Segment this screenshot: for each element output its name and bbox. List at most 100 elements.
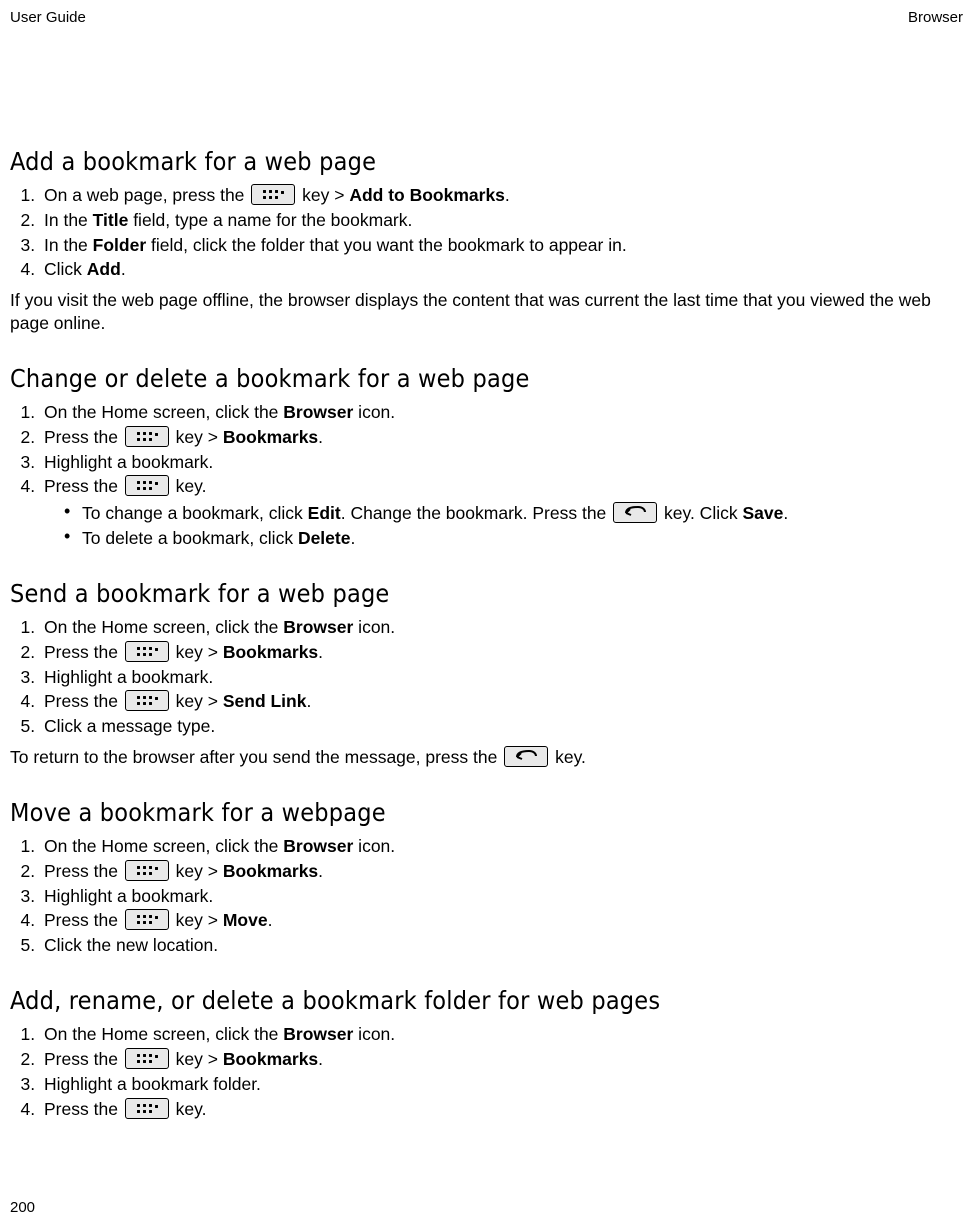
steps-move: On the Home screen, click the Browser ic… (10, 835, 961, 957)
text: key > (171, 691, 223, 711)
text: key > (171, 642, 223, 662)
header-right: Browser (908, 8, 963, 28)
text: . (350, 528, 355, 548)
step: Press the key > Send Link. (40, 690, 961, 713)
text: . (121, 259, 126, 279)
menu-key-icon (125, 690, 169, 711)
text: Press the (44, 1049, 123, 1069)
bold-text: Bookmarks (223, 642, 318, 662)
step: Click the new location. (40, 934, 961, 957)
header-left: User Guide (10, 8, 86, 28)
menu-key-icon (125, 909, 169, 930)
step: On the Home screen, click the Browser ic… (40, 835, 961, 858)
substep: To delete a bookmark, click Delete. (64, 527, 961, 550)
step: Press the key > Bookmarks. (40, 860, 961, 883)
step: On the Home screen, click the Browser ic… (40, 401, 961, 424)
step: Press the key > Move. (40, 909, 961, 932)
steps-add-bookmark: On a web page, press the key > Add to Bo… (10, 184, 961, 281)
text: icon. (353, 617, 395, 637)
text: . (318, 427, 323, 447)
bold-text: Send Link (223, 691, 307, 711)
page-header: User Guide Browser (10, 8, 963, 28)
step: Highlight a bookmark. (40, 451, 961, 474)
text: icon. (353, 402, 395, 422)
text: key > (171, 427, 223, 447)
text: field, click the folder that you want th… (146, 235, 627, 255)
text: . Change the bookmark. Press the (341, 503, 611, 523)
menu-key-icon (125, 1098, 169, 1119)
text: field, type a name for the bookmark. (128, 210, 412, 230)
text: On the Home screen, click the (44, 402, 283, 422)
text: key. (171, 476, 207, 496)
heading-bookmark-folder: Add, rename, or delete a bookmark folder… (10, 985, 961, 1018)
page-number: 200 (10, 1198, 35, 1218)
step: Click a message type. (40, 715, 961, 738)
steps-change-delete: On the Home screen, click the Browser ic… (10, 401, 961, 550)
text: Press the (44, 910, 123, 930)
step: Press the key. (40, 1098, 961, 1121)
note-text: If you visit the web page offline, the b… (10, 289, 961, 335)
step: On the Home screen, click the Browser ic… (40, 1023, 961, 1046)
bold-text: Add (87, 259, 121, 279)
text: . (306, 691, 311, 711)
heading-send-bookmark: Send a bookmark for a web page (10, 578, 961, 611)
bold-text: Browser (283, 402, 353, 422)
bold-text: Browser (283, 617, 353, 637)
menu-key-icon (125, 426, 169, 447)
step: In the Title field, type a name for the … (40, 209, 961, 232)
bold-text: Save (742, 503, 783, 523)
text: . (783, 503, 788, 523)
step: Click Add. (40, 258, 961, 281)
bold-text: Folder (93, 235, 146, 255)
menu-key-icon (125, 475, 169, 496)
text: In the (44, 210, 93, 230)
text: On the Home screen, click the (44, 836, 283, 856)
bold-text: Bookmarks (223, 427, 318, 447)
heading-change-delete-bookmark: Change or delete a bookmark for a web pa… (10, 363, 961, 396)
back-key-icon (504, 746, 548, 767)
bold-text: Title (93, 210, 129, 230)
bold-text: Browser (283, 1024, 353, 1044)
step: Highlight a bookmark folder. (40, 1073, 961, 1096)
text: . (505, 185, 510, 205)
text: key > (297, 185, 349, 205)
text: Press the (44, 861, 123, 881)
step: Highlight a bookmark. (40, 666, 961, 689)
page: User Guide Browser Add a bookmark for a … (0, 0, 973, 1227)
step: On a web page, press the key > Add to Bo… (40, 184, 961, 207)
text: key. Click (659, 503, 742, 523)
note-text: To return to the browser after you send … (10, 746, 961, 769)
menu-key-icon (125, 1048, 169, 1069)
heading-add-bookmark: Add a bookmark for a web page (10, 146, 961, 179)
bold-text: Move (223, 910, 268, 930)
menu-key-icon (125, 860, 169, 881)
step: Press the key > Bookmarks. (40, 1048, 961, 1071)
substeps: To change a bookmark, click Edit. Change… (44, 502, 961, 550)
menu-key-icon (125, 641, 169, 662)
bold-text: Delete (298, 528, 351, 548)
substep: To change a bookmark, click Edit. Change… (64, 502, 961, 525)
text: icon. (353, 1024, 395, 1044)
text: To delete a bookmark, click (82, 528, 298, 548)
text: . (268, 910, 273, 930)
text: On the Home screen, click the (44, 1024, 283, 1044)
text: Press the (44, 427, 123, 447)
step: In the Folder field, click the folder th… (40, 234, 961, 257)
text: . (318, 861, 323, 881)
text: Press the (44, 642, 123, 662)
bold-text: Bookmarks (223, 861, 318, 881)
text: key. (550, 747, 586, 767)
bold-text: Browser (283, 836, 353, 856)
text: In the (44, 235, 93, 255)
text: . (318, 642, 323, 662)
steps-send: On the Home screen, click the Browser ic… (10, 616, 961, 738)
text: Press the (44, 1099, 123, 1119)
text: key > (171, 1049, 223, 1069)
text: Press the (44, 691, 123, 711)
step: Press the key. To change a bookmark, cli… (40, 475, 961, 549)
bold-text: Add to Bookmarks (349, 185, 505, 205)
heading-move-bookmark: Move a bookmark for a webpage (10, 797, 961, 830)
text: key > (171, 910, 223, 930)
step: On the Home screen, click the Browser ic… (40, 616, 961, 639)
menu-key-icon (251, 184, 295, 205)
